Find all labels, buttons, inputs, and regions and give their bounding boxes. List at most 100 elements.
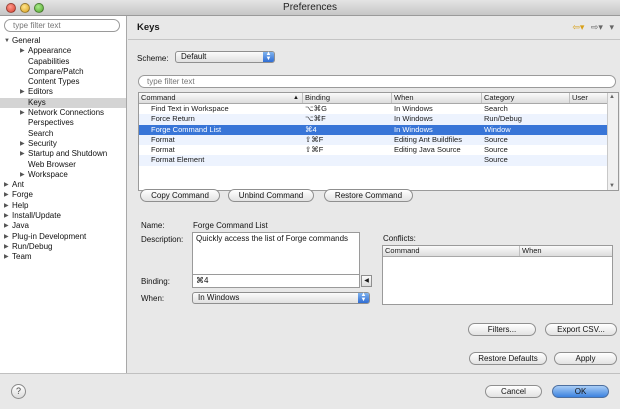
cell-when: Editing Java Source bbox=[394, 145, 461, 155]
sidebar-item-network-connections[interactable]: ▶ Network Connections bbox=[0, 108, 126, 118]
sidebar-item-label: Compare/Patch bbox=[28, 66, 84, 76]
column-header-binding[interactable]: Binding bbox=[303, 93, 392, 103]
scheme-value: Default bbox=[181, 52, 207, 61]
cell-user bbox=[570, 145, 608, 155]
disclosure-right-icon[interactable]: ▶ bbox=[4, 232, 9, 242]
sidebar-item-plug-in-development[interactable]: ▶ Plug-in Development bbox=[0, 232, 126, 242]
column-header-command[interactable]: Command ▲ bbox=[139, 93, 303, 103]
sidebar-item-help[interactable]: ▶ Help bbox=[0, 201, 126, 211]
keys-table[interactable]: Command ▲ Binding When Category User Fin… bbox=[138, 92, 619, 191]
back-arrow-icon[interactable]: ⇦▾ bbox=[572, 22, 584, 32]
sidebar-item-label: Web Browser bbox=[28, 159, 76, 169]
restore-command-button[interactable]: Restore Command bbox=[324, 189, 413, 202]
chevron-up-down-icon: ▲ ▼ bbox=[358, 292, 369, 303]
scroll-up-icon[interactable]: ▲ bbox=[609, 94, 615, 100]
conflicts-column-when[interactable]: When bbox=[520, 246, 612, 256]
disclosure-right-icon[interactable]: ▶ bbox=[20, 139, 25, 149]
copy-command-button[interactable]: Copy Command bbox=[140, 189, 220, 202]
export-csv-button[interactable]: Export CSV... bbox=[545, 323, 617, 336]
cell-when: In Windows bbox=[394, 124, 433, 134]
disclosure-right-icon[interactable]: ▶ bbox=[20, 149, 25, 159]
scheme-select[interactable]: Default ▲ ▼ bbox=[175, 51, 275, 63]
cell-user bbox=[570, 104, 608, 114]
binding-field[interactable]: ⌘4 bbox=[192, 274, 360, 288]
disclosure-right-icon[interactable]: ▶ bbox=[4, 180, 9, 190]
disclosure-right-icon[interactable]: ▶ bbox=[20, 87, 25, 97]
sidebar-item-label: Plug-in Development bbox=[12, 231, 87, 241]
cell-when: Editing Ant Buildfiles bbox=[394, 134, 462, 144]
table-row[interactable]: Format ⇧⌘F Editing Java Source Source bbox=[139, 145, 618, 155]
sidebar-item-label: Appearance bbox=[28, 46, 72, 56]
cell-command: Forge Command List bbox=[151, 124, 222, 134]
description-field[interactable]: Quickly access the list of Forge command… bbox=[192, 232, 360, 276]
cell-command: Format Element bbox=[151, 155, 205, 165]
sidebar-item-workspace[interactable]: ▶ Workspace bbox=[0, 170, 126, 180]
sidebar-item-install-update[interactable]: ▶ Install/Update bbox=[0, 211, 126, 221]
conflicts-table[interactable]: Command When bbox=[382, 245, 613, 305]
sidebar-item-keys[interactable]: Keys bbox=[0, 97, 126, 109]
keys-table-scrollbar[interactable]: ▲ ▼ bbox=[607, 93, 618, 190]
disclosure-right-icon[interactable]: ▶ bbox=[4, 201, 9, 211]
sidebar-item-compare-patch[interactable]: Compare/Patch bbox=[0, 67, 126, 77]
sidebar-item-label: Startup and Shutdown bbox=[28, 149, 108, 159]
binding-menu-button[interactable]: ◀ bbox=[361, 275, 372, 287]
sidebar-item-ant[interactable]: ▶ Ant bbox=[0, 180, 126, 190]
sidebar-item-forge[interactable]: ▶ Forge bbox=[0, 190, 126, 200]
keys-filter-input[interactable] bbox=[138, 75, 616, 88]
restore-defaults-button[interactable]: Restore Defaults bbox=[469, 352, 547, 365]
view-menu-icon[interactable]: ▾ bbox=[609, 22, 614, 32]
sidebar-item-web-browser[interactable]: Web Browser bbox=[0, 160, 126, 170]
column-header-when[interactable]: When bbox=[392, 93, 482, 103]
filters-button[interactable]: Filters... bbox=[468, 323, 536, 336]
apply-button[interactable]: Apply bbox=[554, 352, 617, 365]
sidebar-item-run-debug[interactable]: ▶ Run/Debug bbox=[0, 242, 126, 252]
ok-button[interactable]: OK bbox=[552, 385, 609, 398]
sidebar-item-label: Run/Debug bbox=[12, 241, 53, 251]
cancel-button[interactable]: Cancel bbox=[485, 385, 542, 398]
table-row[interactable]: Find Text in Workspace ⌥⌘G In Windows Searc… bbox=[139, 104, 618, 114]
help-icon[interactable]: ? bbox=[11, 384, 26, 399]
disclosure-right-icon[interactable]: ▶ bbox=[4, 252, 9, 262]
column-header-user[interactable]: User bbox=[570, 93, 608, 103]
cell-category: Search bbox=[484, 104, 508, 113]
disclosure-down-icon[interactable]: ▼ bbox=[4, 36, 10, 46]
disclosure-right-icon[interactable]: ▶ bbox=[4, 221, 9, 231]
table-row[interactable]: Forge Command List ⌘4 In Windows Window bbox=[139, 124, 618, 135]
disclosure-right-icon[interactable]: ▶ bbox=[20, 46, 25, 56]
forward-arrow-icon[interactable]: ⇨▾ bbox=[591, 22, 603, 32]
table-row[interactable]: Format ⇧⌘F Editing Ant Buildfiles Source bbox=[139, 134, 618, 146]
sidebar-item-editors[interactable]: ▶ Editors bbox=[0, 87, 126, 97]
when-select[interactable]: In Windows ▲ ▼ bbox=[192, 292, 370, 304]
disclosure-right-icon[interactable]: ▶ bbox=[20, 170, 25, 180]
sidebar-item-content-types[interactable]: Content Types bbox=[0, 77, 126, 87]
sidebar-item-general[interactable]: ▼ General bbox=[0, 36, 126, 46]
table-row[interactable]: Format Element Source bbox=[139, 155, 618, 166]
cell-when: In Windows bbox=[394, 104, 433, 113]
table-row[interactable]: Force Return ⌥⌘F In Windows Run/Debug bbox=[139, 114, 618, 125]
scroll-down-icon[interactable]: ▼ bbox=[609, 183, 615, 189]
sidebar-item-team[interactable]: ▶ Team bbox=[0, 252, 126, 262]
disclosure-right-icon[interactable]: ▶ bbox=[4, 211, 9, 221]
disclosure-right-icon[interactable]: ▶ bbox=[20, 108, 25, 118]
sidebar-item-java[interactable]: ▶ Java bbox=[0, 221, 126, 231]
disclosure-right-icon[interactable]: ▶ bbox=[4, 190, 9, 200]
cell-binding: ⌥⌘F bbox=[305, 114, 326, 124]
conflicts-table-header: Command When bbox=[383, 246, 612, 257]
sidebar-item-capabilities[interactable]: Capabilities bbox=[0, 57, 126, 67]
sort-up-icon: ▲ bbox=[293, 95, 299, 101]
sidebar-filter-input[interactable] bbox=[4, 19, 120, 32]
sidebar-item-startup-and-shutdown[interactable]: ▶ Startup and Shutdown bbox=[0, 149, 126, 159]
sidebar-item-label: Capabilities bbox=[28, 56, 70, 66]
disclosure-right-icon[interactable]: ▶ bbox=[4, 242, 9, 252]
sidebar-item-search[interactable]: Search bbox=[0, 129, 126, 139]
cell-binding: ⌘4 bbox=[305, 124, 317, 134]
sidebar-item-label: Forge bbox=[12, 190, 33, 200]
unbind-command-button[interactable]: Unbind Command bbox=[228, 189, 314, 202]
column-header-category[interactable]: Category bbox=[482, 93, 570, 103]
sidebar-item-label: Perspectives bbox=[28, 118, 74, 128]
sidebar-item-perspectives[interactable]: Perspectives bbox=[0, 118, 126, 128]
cell-category: Source bbox=[484, 145, 508, 155]
sidebar-item-security[interactable]: ▶ Security bbox=[0, 139, 126, 149]
sidebar-item-appearance[interactable]: ▶ Appearance bbox=[0, 46, 126, 56]
conflicts-column-command[interactable]: Command bbox=[383, 246, 520, 256]
